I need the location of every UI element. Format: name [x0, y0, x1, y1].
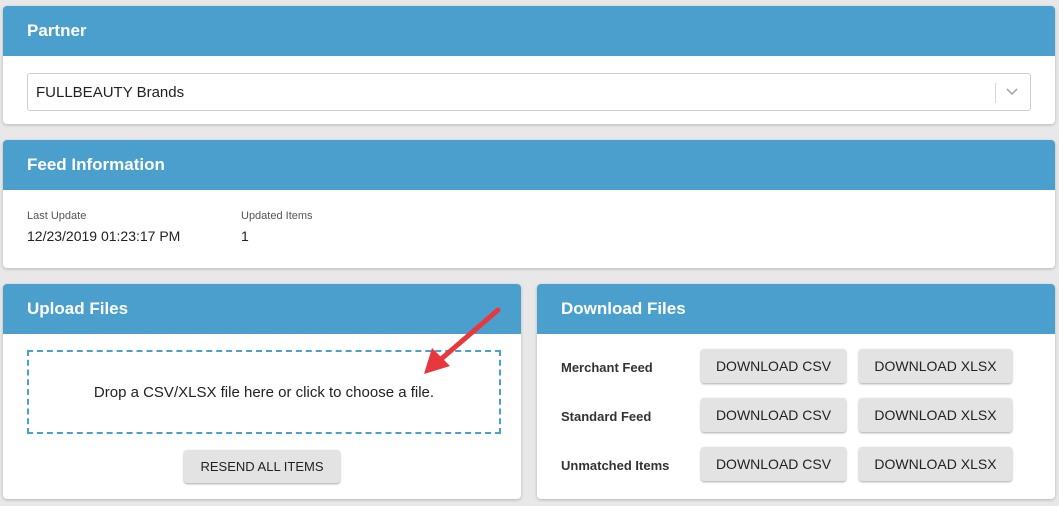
upload-files-header: Upload Files [3, 284, 521, 334]
select-separator [995, 83, 996, 103]
unmatched-items-label: Unmatched Items [561, 458, 670, 473]
dropzone-text: Drop a CSV/XLSX file here or click to ch… [93, 383, 435, 401]
partner-header: Partner [3, 6, 1055, 56]
unmatched-items-download-csv-button[interactable]: DOWNLOAD CSV [701, 447, 846, 481]
feed-information-header: Feed Information [3, 140, 1055, 190]
merchant-feed-download-csv-button[interactable]: DOWNLOAD CSV [701, 349, 846, 383]
partner-select[interactable]: FULLBEAUTY Brands [27, 73, 1031, 111]
last-update-value: 12/23/2019 01:23:17 PM [27, 228, 181, 244]
partner-select-value: FULLBEAUTY Brands [36, 83, 185, 101]
updated-items-label: Updated Items [241, 210, 313, 222]
file-dropzone[interactable]: Drop a CSV/XLSX file here or click to ch… [27, 350, 501, 434]
partner-card: Partner FULLBEAUTY Brands [3, 6, 1055, 124]
last-update-group: Last Update 12/23/2019 01:23:17 PM [27, 210, 180, 244]
merchant-feed-download-xlsx-button[interactable]: DOWNLOAD XLSX [859, 349, 1012, 383]
standard-feed-download-csv-button[interactable]: DOWNLOAD CSV [701, 398, 846, 432]
last-update-label: Last Update [27, 210, 87, 222]
resend-all-items-button[interactable]: RESEND ALL ITEMS [184, 450, 340, 483]
merchant-feed-label: Merchant Feed [561, 360, 653, 375]
unmatched-items-download-xlsx-button[interactable]: DOWNLOAD XLSX [859, 447, 1012, 481]
download-files-card: Download Files Merchant Feed DOWNLOAD CS… [537, 284, 1055, 499]
standard-feed-download-xlsx-button[interactable]: DOWNLOAD XLSX [859, 398, 1012, 432]
standard-feed-label: Standard Feed [561, 409, 652, 424]
chevron-down-icon[interactable] [1003, 83, 1021, 101]
updated-items-value: 1 [241, 228, 249, 244]
upload-files-card: Upload Files Drop a CSV/XLSX file here o… [3, 284, 521, 499]
download-files-header: Download Files [537, 284, 1055, 334]
feed-information-card: Feed Information Last Update 12/23/2019 … [3, 140, 1055, 268]
updated-items-group: Updated Items 1 [241, 210, 313, 244]
